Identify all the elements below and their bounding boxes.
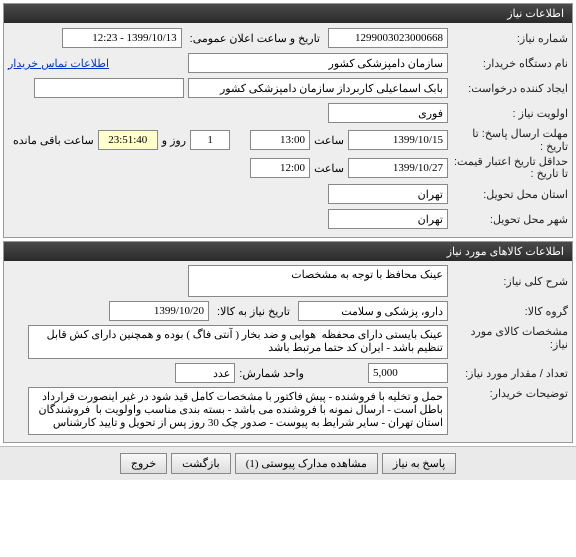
textarea-buyer-notes[interactable]	[28, 387, 448, 435]
label-time-2: ساعت	[310, 162, 348, 175]
input-validity-date[interactable]	[348, 158, 448, 178]
label-general-desc: شرح کلی نیاز:	[448, 275, 568, 288]
textarea-general-desc[interactable]	[188, 265, 448, 297]
input-req-user[interactable]	[188, 78, 448, 98]
goods-info-panel: اطلاعات کالاهای مورد نیاز شرح کلی نیاز: …	[3, 241, 573, 443]
label-priority: اولویت نیاز :	[448, 107, 568, 120]
input-city[interactable]	[328, 209, 448, 229]
link-contact[interactable]: اطلاعات تماس خریدار	[8, 57, 109, 70]
input-deadline-time[interactable]	[250, 130, 310, 150]
label-validity-1: حداقل تاریخ اعتبار قیمت:	[454, 156, 568, 168]
row-quantity: تعداد / مقدار مورد نیاز: واحد شمارش:	[8, 362, 568, 384]
input-quantity[interactable]	[368, 363, 448, 383]
label-deadline: مهلت ارسال پاسخ: تا تاریخ :	[448, 127, 568, 153]
label-need-no: شماره نیاز:	[448, 32, 568, 45]
row-city: شهر محل تحویل:	[8, 208, 568, 230]
input-public-datetime[interactable]	[62, 28, 182, 48]
row-province: استان محل تحویل:	[8, 183, 568, 205]
need-info-body: شماره نیاز: تاریخ و ساعت اعلان عمومی: نا…	[4, 23, 572, 237]
input-deadline-date[interactable]	[348, 130, 448, 150]
input-priority[interactable]	[328, 103, 448, 123]
input-goods-date[interactable]	[109, 301, 209, 321]
row-goods-spec: مشخصات کالای مورد نیاز:	[8, 325, 568, 359]
label-quantity: تعداد / مقدار مورد نیاز:	[448, 367, 568, 380]
buttons-bar: پاسخ به نیاز مشاهده مدارک پیوستی (1) باز…	[0, 446, 576, 480]
label-buyer-notes: توضیحات خریدار:	[448, 387, 568, 400]
back-button[interactable]: بازگشت	[171, 453, 231, 474]
label-req-user: ایجاد کننده درخواست:	[448, 82, 568, 95]
label-goods-group: گروه کالا:	[448, 305, 568, 318]
input-remaining-time[interactable]	[98, 130, 158, 150]
input-need-no[interactable]	[328, 28, 448, 48]
input-province[interactable]	[328, 184, 448, 204]
label-goods-date: تاریخ نیاز به کالا:	[209, 305, 298, 318]
input-unit[interactable]	[175, 363, 235, 383]
label-validity-2: تا تاریخ :	[531, 168, 568, 180]
need-info-header: اطلاعات نیاز	[4, 4, 572, 23]
input-goods-group[interactable]	[298, 301, 448, 321]
row-validity: حداقل تاریخ اعتبار قیمت: تا تاریخ : ساعت	[8, 156, 568, 180]
label-remaining: ساعت باقی مانده	[9, 134, 98, 147]
row-general-desc: شرح کلی نیاز:	[8, 265, 568, 297]
reply-button[interactable]: پاسخ به نیاز	[382, 453, 456, 474]
row-priority: اولویت نیاز :	[8, 102, 568, 124]
exit-button[interactable]: خروج	[120, 453, 167, 474]
goods-info-body: شرح کلی نیاز: گروه کالا: تاریخ نیاز به ک…	[4, 261, 572, 442]
row-goods-group: گروه کالا: تاریخ نیاز به کالا:	[8, 300, 568, 322]
input-req-user-extra[interactable]	[34, 78, 184, 98]
label-public-datetime: تاریخ و ساعت اعلان عمومی:	[182, 32, 328, 45]
input-remaining-days[interactable]	[190, 130, 230, 150]
label-time-1: ساعت	[310, 134, 348, 147]
label-buyer-org: نام دستگاه خریدار:	[448, 57, 568, 70]
label-city: شهر محل تحویل:	[448, 213, 568, 226]
row-req-user: ایجاد کننده درخواست:	[8, 77, 568, 99]
row-deadline: مهلت ارسال پاسخ: تا تاریخ : ساعت روز و س…	[8, 127, 568, 153]
goods-info-header: اطلاعات کالاهای مورد نیاز	[4, 242, 572, 261]
input-validity-time[interactable]	[250, 158, 310, 178]
label-province: استان محل تحویل:	[448, 188, 568, 201]
label-deadline-1: مهلت ارسال پاسخ:	[482, 128, 568, 140]
label-days: روز و	[158, 134, 190, 147]
need-info-panel: اطلاعات نیاز شماره نیاز: تاریخ و ساعت اع…	[3, 3, 573, 238]
row-buyer-notes: توضیحات خریدار:	[8, 387, 568, 435]
textarea-goods-spec[interactable]	[28, 325, 448, 359]
input-buyer-org[interactable]	[188, 53, 448, 73]
label-goods-spec: مشخصات کالای مورد نیاز:	[448, 325, 568, 351]
row-need-no: شماره نیاز: تاریخ و ساعت اعلان عمومی:	[8, 27, 568, 49]
row-buyer-org: نام دستگاه خریدار: اطلاعات تماس خریدار	[8, 52, 568, 74]
attachments-button[interactable]: مشاهده مدارک پیوستی (1)	[235, 453, 378, 474]
label-unit: واحد شمارش:	[235, 367, 308, 380]
label-validity: حداقل تاریخ اعتبار قیمت: تا تاریخ :	[448, 156, 568, 180]
